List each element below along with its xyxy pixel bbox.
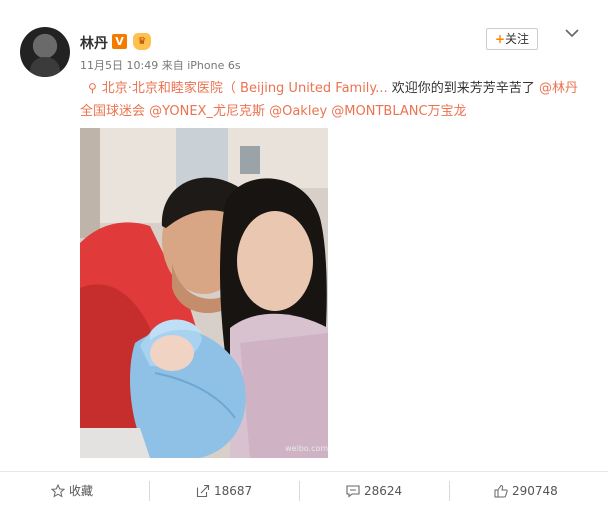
follow-label: 关注 — [505, 32, 530, 46]
vip-crown-icon[interactable]: ♛ — [133, 33, 151, 50]
thumbs-up-icon — [494, 484, 508, 497]
author-avatar[interactable] — [20, 27, 70, 77]
repost-count: 18687 — [214, 484, 253, 498]
post-source[interactable]: iPhone 6s — [187, 59, 240, 72]
post-time[interactable]: 10:49 — [127, 59, 159, 72]
post-text: ⚲ 北京·北京和睦家医院（ Beijing United Family... 欢迎… — [80, 77, 580, 123]
repost-icon — [196, 484, 210, 497]
chevron-down-icon[interactable] — [564, 25, 580, 41]
location-link[interactable]: 北京·北京和睦家医院（ Beijing United Family... — [102, 81, 388, 96]
like-button[interactable]: 290748 — [494, 472, 558, 510]
divider — [299, 481, 300, 501]
star-icon — [50, 483, 66, 498]
post-message: 欢迎你的到来芳芳辛苦了 — [387, 81, 535, 96]
comment-count: 28624 — [364, 484, 403, 498]
favorite-button[interactable]: 收藏 — [50, 472, 94, 510]
action-bar: 收藏 18687 28624 290748 — [0, 471, 608, 510]
favorite-label: 收藏 — [69, 484, 94, 498]
comment-icon — [346, 484, 360, 498]
source-prefix: 来自 — [161, 59, 184, 72]
location-pin-icon: ⚲ — [88, 81, 97, 95]
divider — [449, 481, 450, 501]
weibo-post-card: 林丹 V ♛ 11月5日 10:49 来自 iPhone 6s +关注 ⚲ 北京·… — [0, 0, 608, 512]
post-date[interactable]: 11月5日 — [80, 59, 123, 72]
mention-link[interactable]: @YONEX_尤尼克斯 — [149, 104, 265, 119]
author-name[interactable]: 林丹 — [80, 33, 108, 53]
post-meta: 11月5日 10:49 来自 iPhone 6s — [80, 57, 241, 73]
like-count: 290748 — [512, 484, 558, 498]
plus-icon: + — [494, 32, 506, 46]
comment-button[interactable]: 28624 — [346, 472, 402, 510]
repost-button[interactable]: 18687 — [196, 472, 252, 510]
verified-badge-icon[interactable]: V — [112, 34, 127, 49]
post-photo[interactable]: weibo.com/lindan — [80, 128, 328, 458]
divider — [149, 481, 150, 501]
photo-illustration — [80, 128, 328, 458]
mention-link[interactable]: @Oakley — [269, 104, 327, 119]
mention-link[interactable]: @MONTBLANC万宝龙 — [331, 104, 466, 119]
photo-watermark: weibo.com/lindan — [285, 444, 328, 453]
follow-button[interactable]: +关注 — [486, 28, 538, 50]
